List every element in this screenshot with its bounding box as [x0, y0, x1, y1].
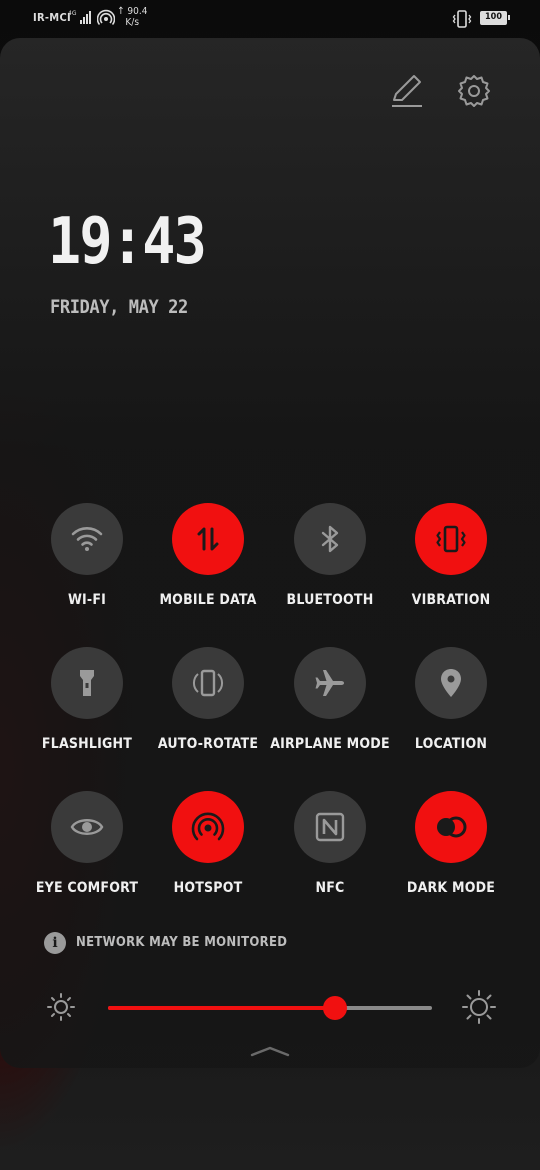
vibrate-icon	[452, 10, 472, 28]
brightness-control	[0, 990, 540, 1026]
eye-icon	[70, 819, 104, 835]
wifi-toggle[interactable]	[51, 503, 123, 575]
eye-comfort-toggle[interactable]	[51, 791, 123, 863]
tile-label: BLUETOOTH	[286, 592, 374, 608]
airplane-icon	[315, 670, 344, 696]
speed-unit: K/s	[125, 17, 140, 28]
edit-icon[interactable]	[388, 72, 424, 108]
vibration-toggle[interactable]	[415, 503, 487, 575]
signal-icon: 4G	[68, 10, 91, 24]
speed-arrow: ↑	[117, 6, 125, 17]
tile-flashlight[interactable]: FLASHLIGHT	[27, 647, 147, 767]
status-bar: IR-MCI 4G ↑ 90.4 K/s 100	[0, 0, 540, 38]
tile-nfc[interactable]: NFC	[270, 791, 390, 911]
nfc-toggle[interactable]	[294, 791, 366, 863]
flashlight-toggle[interactable]	[51, 647, 123, 719]
tile-label: WI-FI	[67, 592, 107, 608]
brightness-low-icon	[47, 993, 75, 1021]
brightness-high-icon	[462, 990, 496, 1024]
tile-label: LOCATION	[414, 736, 488, 752]
tile-label: AUTO-ROTATE	[157, 736, 259, 752]
speed-value: 90.4	[127, 6, 148, 17]
vibrate-icon	[436, 525, 466, 553]
tile-label: DARK MODE	[406, 880, 496, 896]
clock-date: FRIDAY, MAY 22	[50, 296, 188, 318]
tile-bluetooth[interactable]: BLUETOOTH	[270, 503, 390, 623]
rotate-icon	[192, 669, 224, 697]
auto-rotate-toggle[interactable]	[172, 647, 244, 719]
dark-mode-toggle[interactable]	[415, 791, 487, 863]
hotspot-icon	[97, 9, 115, 26]
wifi-icon	[71, 527, 103, 551]
battery-icon: 100	[480, 11, 510, 25]
tile-airplane-mode[interactable]: AIRPLANE MODE	[270, 647, 390, 767]
mobile-data-icon	[197, 527, 219, 551]
tile-label: FLASHLIGHT	[41, 736, 133, 752]
info-icon: i	[44, 932, 66, 954]
clock-time: 19:43	[48, 205, 207, 279]
hotspot-icon	[191, 812, 225, 841]
tile-wifi[interactable]: WI-FI	[27, 503, 147, 623]
tile-vibration[interactable]: VIBRATION	[391, 503, 511, 623]
tile-auto-rotate[interactable]: AUTO-ROTATE	[148, 647, 268, 767]
tile-label: MOBILE DATA	[159, 592, 257, 608]
network-type-label: 4G	[68, 10, 77, 17]
tile-eye-comfort[interactable]: EYE COMFORT	[27, 791, 147, 911]
panel-collapse-handle[interactable]	[250, 1044, 290, 1058]
gear-icon[interactable]	[456, 73, 492, 109]
location-icon	[441, 669, 461, 697]
bluetooth-toggle[interactable]	[294, 503, 366, 575]
hotspot-toggle[interactable]	[172, 791, 244, 863]
tile-location[interactable]: LOCATION	[391, 647, 511, 767]
network-speed: ↑ 90.4 K/s	[117, 6, 147, 28]
nfc-icon	[315, 812, 345, 842]
brightness-slider-thumb[interactable]	[322, 996, 347, 1020]
tile-mobile-data[interactable]: MOBILE DATA	[148, 503, 268, 623]
tile-label: HOTSPOT	[173, 880, 243, 896]
location-toggle[interactable]	[415, 647, 487, 719]
tile-hotspot[interactable]: HOTSPOT	[148, 791, 268, 911]
dark-mode-icon	[437, 816, 467, 838]
notice-text: NETWORK MAY BE MONITORED	[76, 935, 288, 950]
mobile-data-toggle[interactable]	[172, 503, 244, 575]
tile-label: EYE COMFORT	[35, 880, 139, 896]
brightness-slider-fill	[108, 1006, 335, 1010]
tile-label: NFC	[315, 880, 345, 896]
tile-label: AIRPLANE MODE	[270, 736, 390, 752]
brightness-slider[interactable]	[108, 996, 432, 1020]
bluetooth-icon	[321, 525, 339, 553]
tile-label: VIBRATION	[411, 592, 491, 608]
flashlight-icon	[80, 670, 94, 696]
airplane-mode-toggle[interactable]	[294, 647, 366, 719]
tile-dark-mode[interactable]: DARK MODE	[391, 791, 511, 911]
